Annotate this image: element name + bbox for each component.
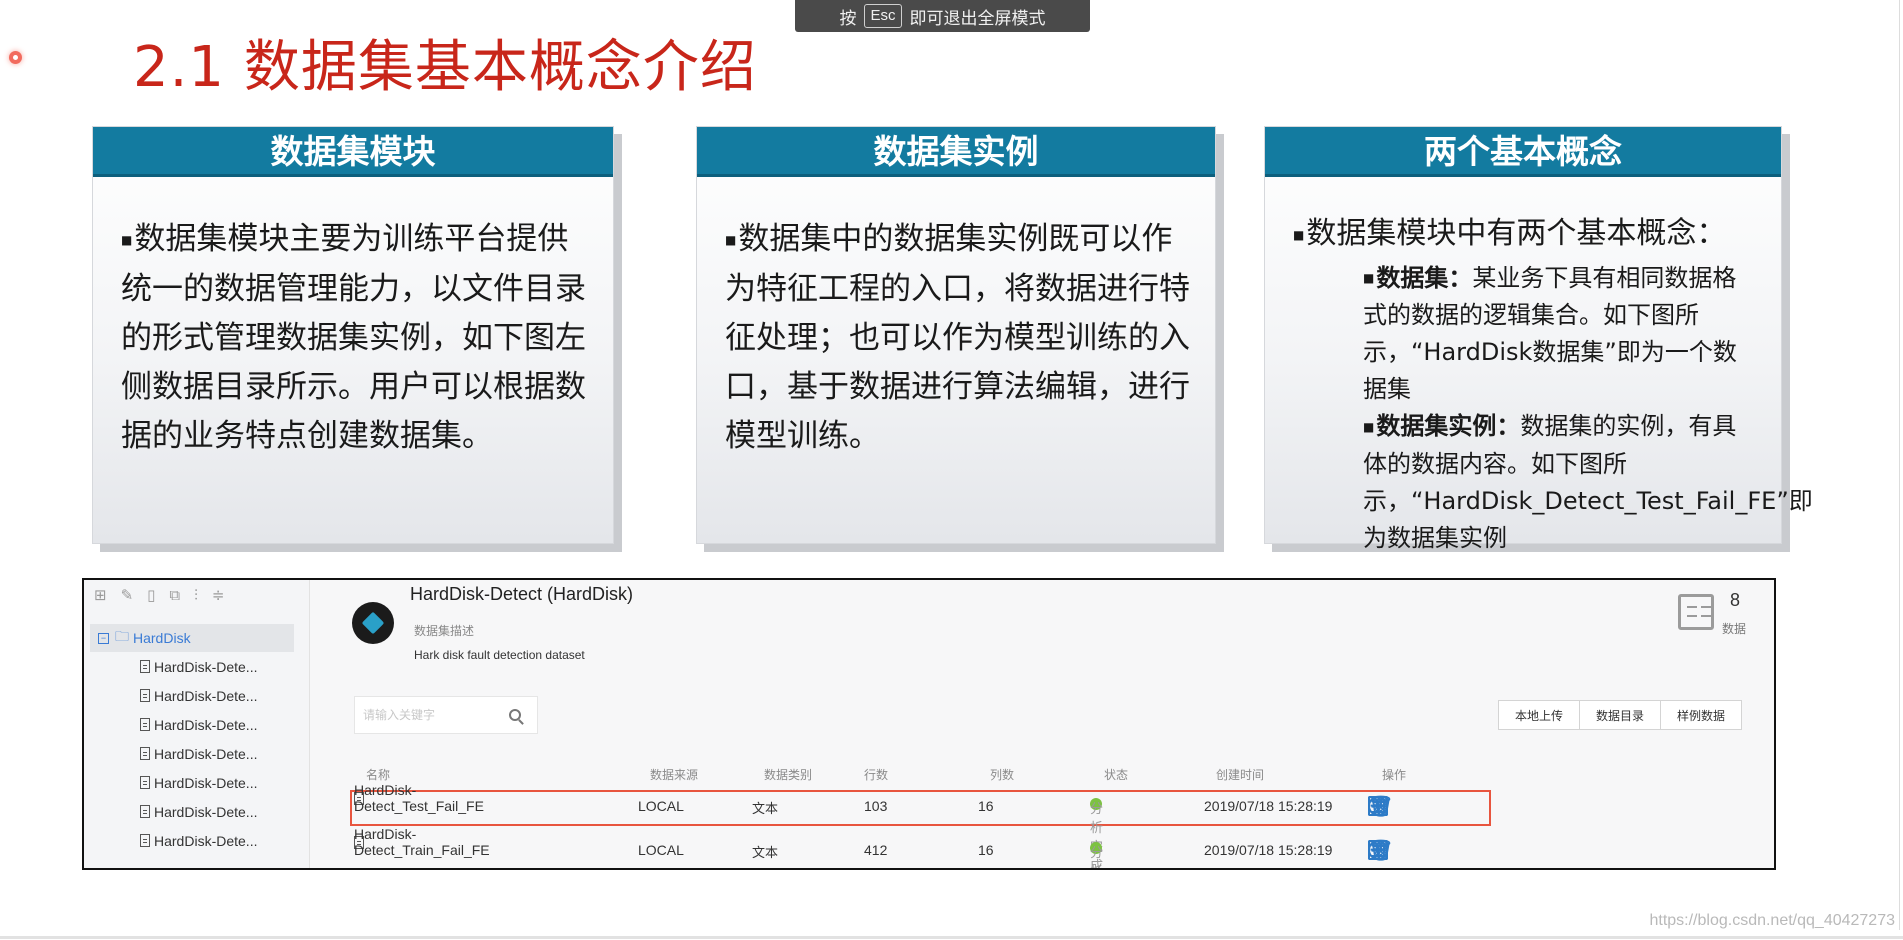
card-dataset-module: 数据集模块 ■数据集模块主要为训练平台提供统一的数据管理能力，以文件目录的形式管… — [92, 126, 614, 544]
row-source: LOCAL — [638, 798, 684, 814]
card-body: ■数据集中的数据集实例既可以作为特征工程的入口，将数据进行特征处理；也可以作为模… — [697, 177, 1215, 461]
col-ops: 操作 — [1382, 768, 1407, 782]
bullet-icon: ■ — [1363, 419, 1375, 434]
concepts-lead: ■数据集模块中有两个基本概念： — [1293, 216, 1727, 251]
collapse-icon[interactable]: ≑ — [212, 586, 225, 604]
row-rows: 412 — [864, 842, 888, 858]
laser-pointer-icon — [9, 51, 22, 64]
card-title: 两个基本概念 — [1265, 127, 1781, 177]
move-icon[interactable]: ⧉ — [169, 586, 180, 604]
app-screenshot: ⊞ ✎ ▯ ⧉ ⫶ ≑ − 🗀 HardDisk HardDisk-Dete..… — [82, 578, 1776, 870]
row-cols: 16 — [978, 842, 994, 858]
edit-icon[interactable]: ✎ — [121, 586, 134, 604]
file-icon — [140, 776, 150, 789]
file-icon — [140, 660, 150, 673]
row-name[interactable]: HardDisk-Detect_Train_Fail_FE — [354, 826, 490, 858]
esc-key: Esc — [864, 4, 902, 28]
split-icon[interactable]: ⫶ — [194, 586, 198, 604]
banner-pre: 按 — [839, 8, 857, 29]
concept-term: 数据集实例： — [1376, 412, 1521, 440]
scrollbar[interactable] — [1899, 0, 1900, 930]
concept-term: 数据集： — [1376, 263, 1473, 292]
tree-item[interactable]: HardDisk-Dete... — [84, 739, 309, 768]
add-node-icon[interactable]: ⊞ — [94, 586, 107, 604]
tree-root-harddisk[interactable]: − 🗀 HardDisk — [90, 624, 294, 652]
search-input[interactable] — [363, 708, 503, 722]
folder-icon: 🗀 — [115, 628, 129, 644]
col-status: 状态 — [1104, 768, 1129, 782]
exit-fullscreen-banner: 按 Esc 即可退出全屏模式 — [795, 0, 1090, 32]
data-directory-button[interactable]: 数据目录 — [1578, 700, 1661, 730]
card-text: 数据集中的数据集实例既可以作为特征工程的入口，将数据进行特征处理；也可以作为模型… — [725, 221, 1190, 454]
card-two-concepts: 两个基本概念 ■数据集模块中有两个基本概念： ■数据集：某业务下具有相同数据格式… — [1264, 126, 1813, 552]
table-header: 名称 数据来源 数据类别 行数 列数 状态 创建时间 操作 — [310, 766, 1774, 784]
data-count-icon — [1678, 594, 1714, 630]
slide-title: 2.1 数据集基本概念介绍 — [133, 35, 757, 100]
banner-post: 即可退出全屏模式 — [909, 8, 1046, 29]
trash-icon[interactable]: 🗑 — [1368, 840, 1393, 860]
bullet-icon: ■ — [1293, 227, 1305, 242]
data-count-label: 数据 — [1721, 622, 1746, 636]
concept-item-dataset: ■数据集：某业务下具有相同数据格式的数据的逻辑集合。如下图所示，“HardDis… — [1363, 260, 1759, 409]
file-icon — [140, 834, 150, 847]
col-rows: 行数 — [864, 768, 889, 782]
tree-item[interactable]: HardDisk-Dete... — [84, 826, 309, 855]
collapse-tree-icon[interactable]: − — [98, 632, 109, 644]
bullet-icon: ■ — [725, 233, 737, 247]
tree-root-label: HardDisk — [133, 630, 191, 646]
dataset-desc: Hark disk fault detection dataset — [414, 648, 585, 662]
local-upload-button[interactable]: 本地上传 — [1497, 700, 1580, 730]
search-box — [354, 696, 538, 734]
row-name[interactable]: HardDisk-Detect_Test_Fail_FE — [354, 782, 484, 814]
delete-icon[interactable]: ▯ — [147, 586, 155, 604]
dataset-sidebar: ⊞ ✎ ▯ ⧉ ⫶ ≑ − 🗀 HardDisk HardDisk-Dete..… — [84, 580, 310, 868]
col-created: 创建时间 — [1216, 768, 1265, 782]
tree-item[interactable]: HardDisk-Dete... — [84, 681, 309, 710]
sample-data-button[interactable]: 样例数据 — [1659, 700, 1742, 730]
file-icon — [140, 805, 150, 818]
col-source: 数据来源 — [650, 768, 699, 782]
col-type: 数据类别 — [764, 768, 813, 782]
row-type: 文本 — [752, 802, 779, 817]
bottom-divider — [0, 936, 1903, 939]
search-icon[interactable] — [509, 709, 521, 721]
tree-item[interactable]: HardDisk-Dete... — [84, 652, 309, 681]
file-icon — [140, 747, 150, 760]
bullet-icon: ■ — [1363, 271, 1375, 285]
concept-item-instance: ■数据集实例：数据集的实例，有具体的数据内容。如下图所示，“HardDisk_D… — [1363, 408, 1813, 557]
row-created: 2019/07/18 15:28:19 — [1204, 798, 1333, 814]
table-row[interactable]: HardDisk-Detect_Train_Fail_FE LOCAL 文本 4… — [310, 826, 1774, 868]
card-dataset-instance: 数据集实例 ■数据集中的数据集实例既可以作为特征工程的入口，将数据进行特征处理；… — [696, 126, 1216, 544]
tree-item[interactable]: HardDisk-Dete... — [84, 797, 309, 826]
tree-item[interactable]: HardDisk-Dete... — [84, 768, 309, 797]
data-count: 8 — [1729, 590, 1740, 610]
row-cols: 16 — [978, 798, 994, 814]
dataset-title: HardDisk-Detect (HardDisk) — [410, 584, 634, 604]
dataset-desc-label: 数据集描述 — [414, 624, 475, 638]
card-title: 数据集模块 — [93, 127, 613, 177]
table-row[interactable]: HardDisk-Detect_Test_Fail_FE LOCAL 文本 10… — [310, 782, 1774, 868]
trash-icon[interactable]: 🗑 — [1368, 796, 1393, 816]
row-type: 文本 — [752, 846, 779, 861]
dataset-main: HardDisk-Detect (HardDisk) 数据集描述 Hark di… — [310, 580, 1774, 868]
bullet-icon: ■ — [121, 233, 133, 247]
col-cols: 列数 — [990, 768, 1015, 782]
file-icon — [140, 689, 150, 702]
file-icon — [140, 718, 150, 731]
col-name: 名称 — [366, 768, 391, 782]
card-body: ■数据集模块主要为训练平台提供统一的数据管理能力，以文件目录的形式管理数据集实例… — [93, 177, 613, 461]
dataset-avatar — [352, 602, 394, 644]
row-source: LOCAL — [638, 842, 684, 858]
watermark: https://blog.csdn.net/qq_40427273 — [1649, 912, 1895, 929]
card-title: 数据集实例 — [697, 127, 1215, 177]
row-created: 2019/07/18 15:28:19 — [1204, 842, 1333, 858]
tree-item[interactable]: HardDisk-Dete... — [84, 710, 309, 739]
row-rows: 103 — [864, 798, 888, 814]
card-body: ■数据集模块中有两个基本概念： ■数据集：某业务下具有相同数据格式的数据的逻辑集… — [1265, 177, 1813, 557]
action-buttons: 本地上传 数据目录 样例数据 — [1497, 700, 1742, 730]
sidebar-toolbar: ⊞ ✎ ▯ ⧉ ⫶ ≑ — [84, 580, 309, 610]
card-text: 数据集模块主要为训练平台提供统一的数据管理能力，以文件目录的形式管理数据集实例，… — [121, 221, 586, 454]
